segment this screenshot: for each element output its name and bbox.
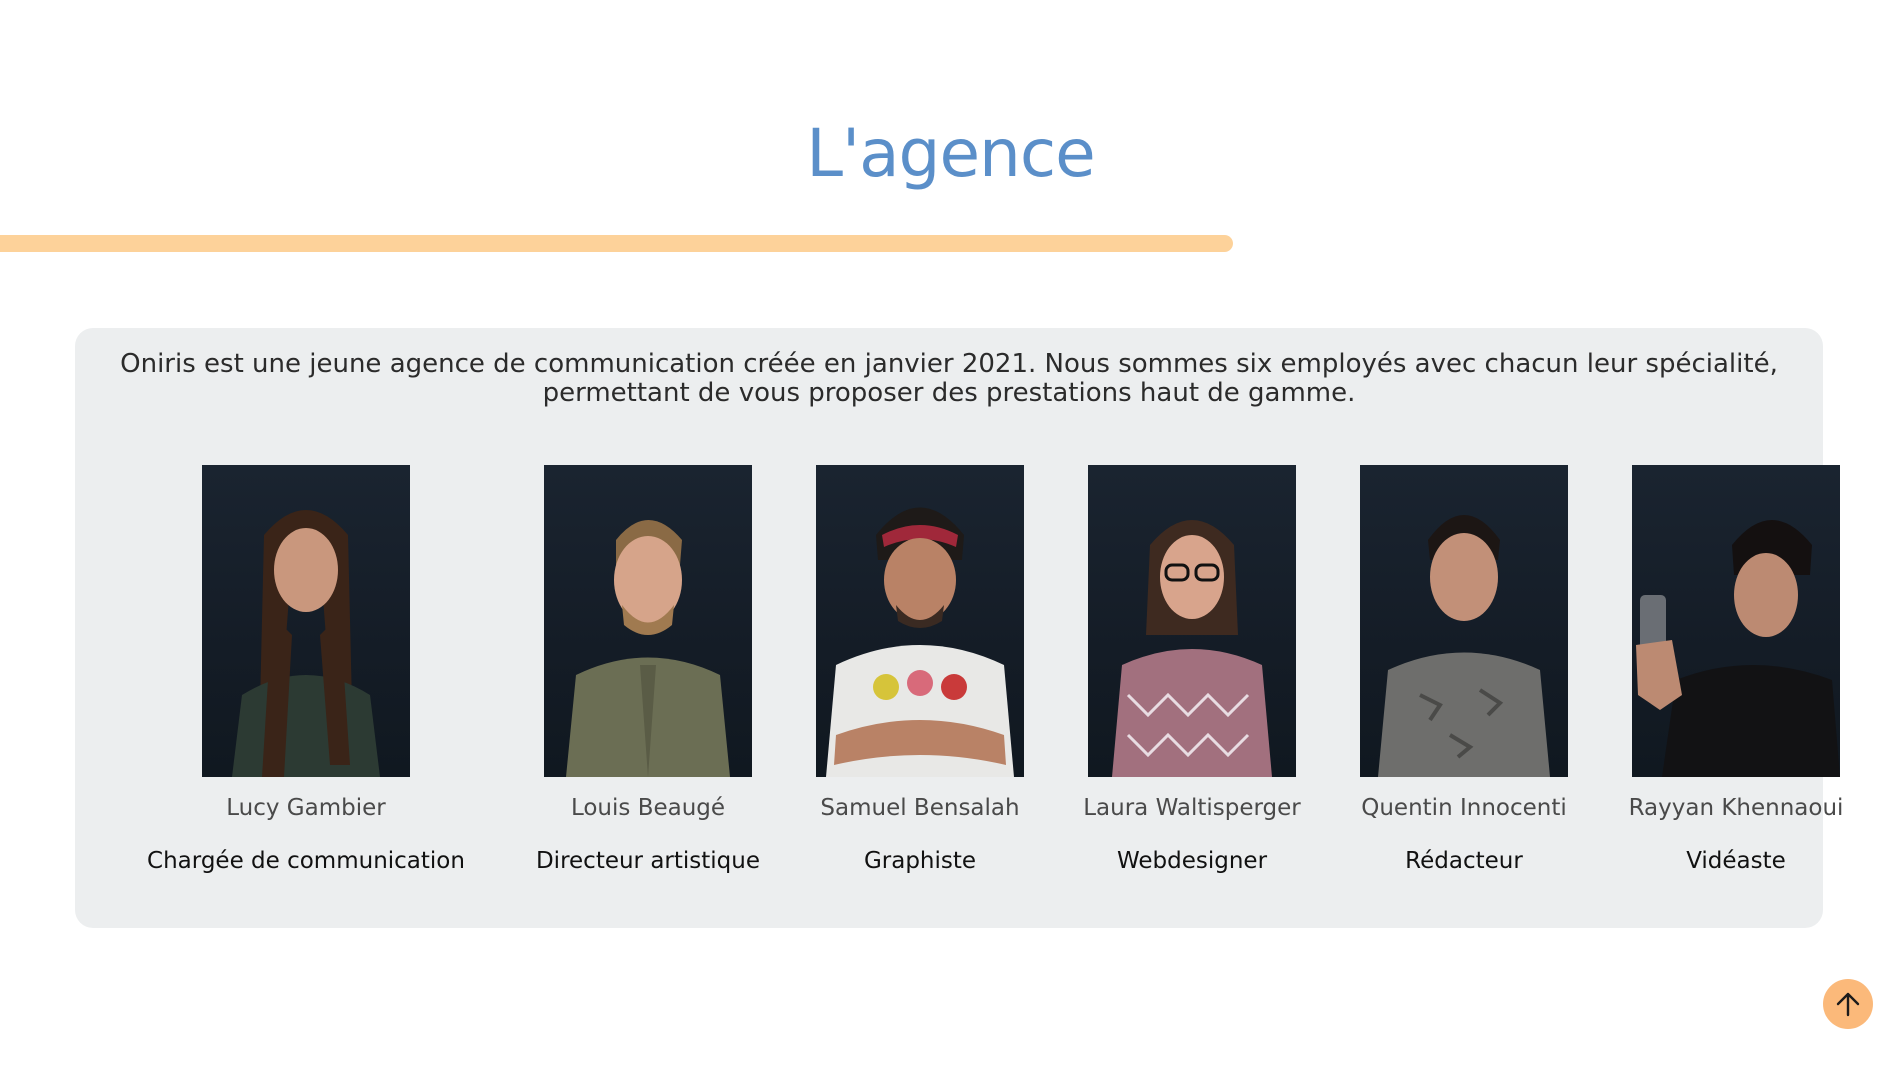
team-member-role: Chargée de communication	[147, 848, 465, 874]
agency-card: Oniris est une jeune agence de communica…	[75, 328, 1843, 928]
portrait-woman-long-hair	[232, 510, 380, 777]
team-member-name: Rayyan Khennaoui	[1628, 795, 1844, 821]
team-list: Lucy Gambier Chargée de communication Lo…	[75, 328, 1843, 928]
scroll-to-top-button[interactable]	[1823, 979, 1873, 1029]
title-underline-bar	[0, 235, 1233, 252]
agency-section: L'agence Oniris est une jeune agence de …	[0, 0, 1901, 1080]
portrait-woman-glasses	[1112, 520, 1272, 777]
team-member-photo	[202, 465, 410, 777]
team-member-photo	[1360, 465, 1568, 777]
portrait-man-shirt	[566, 520, 730, 777]
portrait-man-phone	[1636, 520, 1840, 777]
team-member-photo	[544, 465, 752, 777]
team-member-photo	[1632, 465, 1840, 777]
team-member-role: Vidéaste	[1686, 848, 1786, 874]
team-member-lucy-gambier: Lucy Gambier Chargée de communication	[146, 465, 466, 876]
team-member-photo	[816, 465, 1024, 777]
team-member-rayyan-khennaoui: Rayyan Khennaoui Vidéaste	[1576, 465, 1896, 876]
team-member-photo	[1088, 465, 1296, 777]
section-title: L'agence	[806, 115, 1096, 192]
portrait-man-bandana	[826, 507, 1014, 777]
portrait-man-tshirt	[1378, 515, 1550, 777]
team-member-name: Lucy Gambier	[226, 795, 386, 821]
arrow-up-icon	[1836, 992, 1860, 1017]
